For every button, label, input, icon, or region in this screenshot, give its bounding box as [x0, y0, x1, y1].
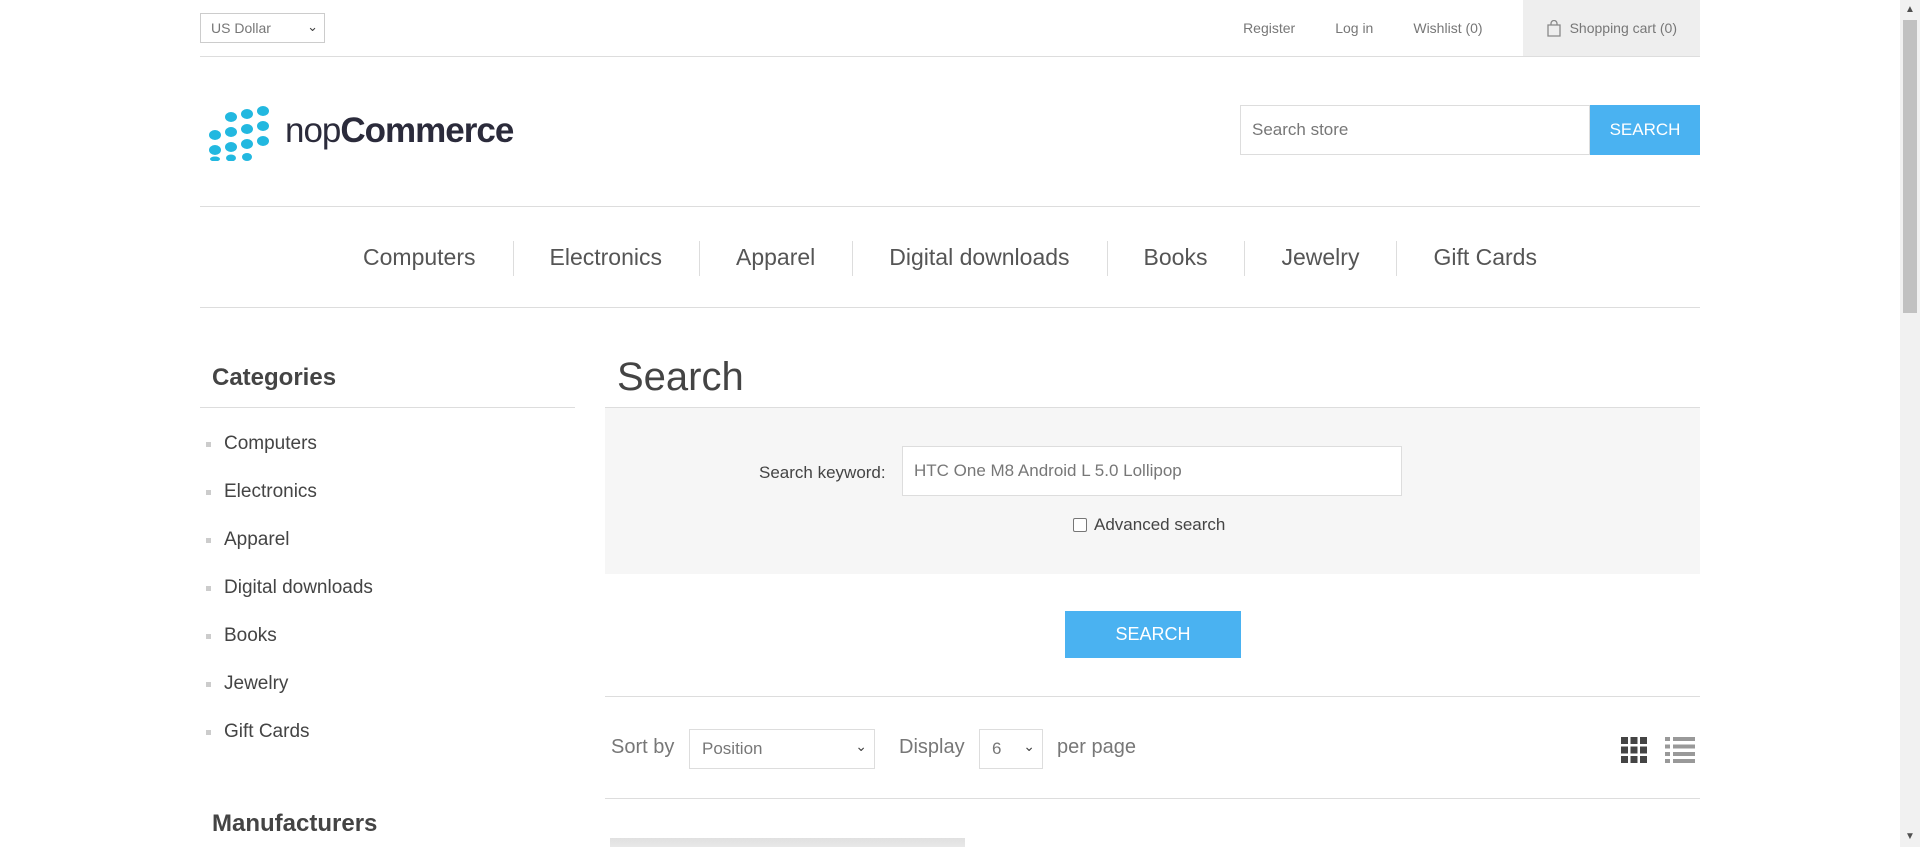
logo-wordmark: nopCommerce	[285, 111, 514, 150]
scrollbar-thumb[interactable]	[1903, 20, 1917, 313]
list-view-icon[interactable]	[1665, 737, 1695, 763]
category-item-digital-downloads[interactable]: Digital downloads	[200, 564, 575, 612]
logo-dots-icon	[209, 106, 269, 161]
category-item-books[interactable]: Books	[200, 612, 575, 660]
nopcommerce-logo[interactable]: nopCommerce	[203, 105, 514, 161]
search-panel: Search keyword: HTC One M8 Android L 5.0…	[605, 408, 1700, 574]
main-content: Search Search keyword: HTC One M8 Androi…	[605, 350, 1700, 847]
product-image-placeholder[interactable]	[610, 838, 965, 847]
bullet-icon	[206, 585, 211, 591]
header-search-button[interactable]: SEARCH	[1590, 105, 1700, 155]
product-selectors: Sort by Position ⌄ Display 6 ⌄ per page	[605, 696, 1700, 799]
menu-item-apparel[interactable]: Apparel	[698, 240, 852, 276]
search-store-input[interactable]: Search store	[1240, 105, 1590, 155]
currency-selector-value: US Dollar	[211, 20, 271, 36]
display-label: Display	[899, 736, 965, 758]
login-link[interactable]: Log in	[1335, 20, 1373, 36]
bullet-icon	[206, 489, 211, 495]
bullet-icon	[206, 681, 211, 687]
menu-item-electronics[interactable]: Electronics	[512, 240, 699, 276]
chevron-down-icon: ⌄	[307, 19, 318, 34]
scroll-up-arrow-icon[interactable]: ▲	[1900, 0, 1920, 20]
scroll-down-arrow-icon[interactable]: ▼	[1900, 827, 1920, 847]
top-menu: Computers Electronics Apparel Digital do…	[200, 207, 1700, 308]
header-lower: nopCommerce Search store SEARCH	[200, 57, 1700, 207]
sidebar: Categories Computers Electronics Apparel…	[200, 350, 575, 847]
wishlist-link[interactable]: Wishlist (0)	[1413, 20, 1482, 36]
bullet-icon	[206, 441, 211, 447]
grid-view-icon[interactable]	[1621, 737, 1647, 763]
bullet-icon	[206, 633, 211, 639]
chevron-down-icon: ⌄	[1023, 738, 1035, 754]
bullet-icon	[206, 729, 211, 735]
category-item-gift-cards[interactable]: Gift Cards	[200, 708, 575, 756]
sort-by-select[interactable]: Position ⌄	[689, 729, 875, 769]
category-item-apparel[interactable]: Apparel	[200, 516, 575, 564]
page-size-value: 6	[992, 739, 1002, 758]
shopping-cart-link[interactable]: Shopping cart (0)	[1522, 0, 1700, 56]
menu-item-jewelry[interactable]: Jewelry	[1244, 240, 1396, 276]
header-links: Register Log in Wishlist (0) Shopping ca…	[1243, 0, 1700, 56]
page-title: Search	[605, 350, 1700, 408]
currency-selector[interactable]: US Dollar ⌄	[200, 13, 325, 43]
manufacturers-title: Manufacturers	[212, 810, 378, 837]
shopping-cart-label: Shopping cart (0)	[1569, 20, 1677, 36]
category-item-jewelry[interactable]: Jewelry	[200, 660, 575, 708]
page-wrapper: US Dollar ⌄ Register Log in Wishlist (0)…	[200, 0, 1700, 847]
search-button[interactable]: SEARCH	[1065, 611, 1241, 658]
categories-title: Categories	[200, 350, 575, 408]
bullet-icon	[206, 537, 211, 543]
advanced-search-checkbox[interactable]	[1073, 518, 1087, 532]
view-mode-switch	[1621, 737, 1695, 763]
menu-item-computers[interactable]: Computers	[326, 244, 512, 271]
category-list: Computers Electronics Apparel Digital do…	[200, 408, 575, 756]
chevron-down-icon: ⌄	[855, 738, 867, 754]
menu-item-gift-cards[interactable]: Gift Cards	[1396, 240, 1574, 276]
vertical-scrollbar[interactable]: ▲ ▼	[1900, 0, 1920, 847]
advanced-search-label: Advanced search	[1094, 515, 1226, 534]
header-upper: US Dollar ⌄ Register Log in Wishlist (0)…	[200, 0, 1700, 57]
search-keyword-label: Search keyword:	[759, 463, 886, 482]
sort-by-value: Position	[702, 739, 763, 758]
search-keyword-input[interactable]: HTC One M8 Android L 5.0 Lollipop	[902, 446, 1402, 496]
register-link[interactable]: Register	[1243, 20, 1295, 36]
category-item-electronics[interactable]: Electronics	[200, 468, 575, 516]
advanced-search-toggle[interactable]: Advanced search	[1073, 515, 1225, 535]
sort-by-label: Sort by	[611, 736, 675, 758]
category-item-computers[interactable]: Computers	[200, 420, 575, 468]
menu-item-digital-downloads[interactable]: Digital downloads	[852, 240, 1106, 276]
per-page-label: per page	[1057, 736, 1136, 758]
menu-item-books[interactable]: Books	[1106, 240, 1245, 276]
page-size-select[interactable]: 6 ⌄	[979, 729, 1043, 769]
store-search: Search store SEARCH	[1240, 105, 1700, 155]
shopping-bag-icon	[1546, 19, 1561, 37]
